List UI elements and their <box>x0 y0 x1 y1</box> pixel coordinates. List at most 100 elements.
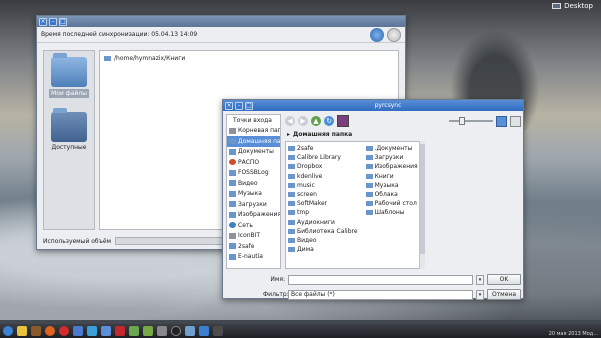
filter-dropdown-icon[interactable]: ▾ <box>476 289 484 300</box>
place-label: IconBIT <box>238 232 261 240</box>
new-folder-icon[interactable] <box>496 115 507 127</box>
firefox-icon[interactable] <box>45 326 55 336</box>
chat-icon[interactable] <box>101 326 111 336</box>
file-label: Музыка <box>374 181 399 189</box>
tray-window-icon[interactable] <box>213 326 223 336</box>
file-item[interactable]: SoftMaker <box>288 199 358 208</box>
place-item[interactable]: Видео <box>227 178 280 189</box>
close-icon[interactable]: × <box>225 101 233 110</box>
place-label: Домашняя па... <box>238 137 281 145</box>
folder-icon <box>51 53 87 87</box>
place-item[interactable]: Корневая папка <box>227 126 280 137</box>
opera-icon[interactable] <box>59 326 69 336</box>
place-item[interactable]: IconBIT <box>227 231 280 242</box>
folder-icon <box>365 182 373 188</box>
file-item[interactable]: tmp <box>288 208 358 217</box>
forward-icon[interactable]: ▶ <box>298 116 308 126</box>
stop-button[interactable] <box>387 27 401 42</box>
back-icon[interactable]: ◀ <box>285 116 295 126</box>
file-label: Рабочий стол <box>374 200 417 208</box>
close-icon[interactable]: × <box>39 17 47 26</box>
mail-icon[interactable] <box>73 326 83 336</box>
download-icon[interactable] <box>143 326 153 336</box>
video-icon[interactable] <box>129 326 139 336</box>
my-files-label: Мои файлы <box>49 89 89 98</box>
file-item[interactable]: screen <box>288 190 358 199</box>
home-folder-icon <box>229 138 236 145</box>
file-item[interactable]: Шаблоны <box>365 208 418 217</box>
file-label: Calibre Library <box>297 154 341 162</box>
place-item[interactable]: Домашняя па... <box>227 136 280 147</box>
cancel-button[interactable]: Отмена <box>487 289 521 300</box>
file-item[interactable]: Музыка <box>365 181 418 190</box>
file-item[interactable]: Книги <box>365 172 418 181</box>
desktop-button[interactable]: Desktop <box>552 2 593 10</box>
folder-icon[interactable] <box>17 326 27 336</box>
file-list-scrollbar[interactable] <box>419 141 425 269</box>
file-item[interactable]: kdenlive <box>288 172 358 181</box>
file-item[interactable]: 2safe <box>288 144 358 153</box>
file-item[interactable]: Calibre Library <box>288 153 358 162</box>
file-item[interactable]: Видео <box>288 236 358 245</box>
shared-item[interactable]: Доступные <box>49 108 89 151</box>
file-label: Аудиокниги <box>297 218 335 226</box>
maximize-icon[interactable]: □ <box>59 17 67 26</box>
file-label: Шаблоны <box>374 209 405 217</box>
sync-refresh-button[interactable] <box>370 27 384 42</box>
reload-icon[interactable]: ↻ <box>324 116 334 126</box>
place-item[interactable]: FOSSBLog <box>227 168 280 179</box>
browser-icon[interactable] <box>199 326 209 336</box>
file-item[interactable]: Dropbox <box>288 162 358 171</box>
folder-icon <box>229 190 236 197</box>
place-label: РАСПО <box>238 158 260 166</box>
sync-status-row: Время последней синхронизации: 05.04.13 … <box>37 27 405 43</box>
main-titlebar[interactable]: × – □ <box>37 16 405 27</box>
zoom-slider[interactable] <box>449 117 493 125</box>
file-item[interactable]: Облака <box>365 190 418 199</box>
terminal-icon[interactable] <box>31 326 41 336</box>
file-item[interactable]: Дима <box>288 245 358 254</box>
file-item[interactable]: Загрузки <box>365 153 418 162</box>
place-item[interactable]: Загрузки <box>227 199 280 210</box>
place-item[interactable]: РАСПО <box>227 157 280 168</box>
place-item[interactable]: Документы <box>227 147 280 158</box>
view-mode-icon[interactable] <box>337 115 349 127</box>
list-item[interactable]: /home/hymnazix/Книги <box>104 55 394 62</box>
zoom-slider-knob[interactable] <box>459 117 465 125</box>
dialog-titlebar[interactable]: × – □ pyrcsync <box>223 100 523 111</box>
scrollbar-thumb[interactable] <box>420 144 425 254</box>
file-item[interactable]: music <box>288 181 358 190</box>
file-item[interactable]: .Документы <box>365 144 418 153</box>
my-files-item[interactable]: Мои файлы <box>49 53 89 98</box>
tools-icon[interactable] <box>510 115 521 127</box>
folder-icon <box>229 243 236 250</box>
place-item[interactable]: Изображения <box>227 210 280 221</box>
minimize-icon[interactable]: – <box>235 101 243 110</box>
file-item[interactable]: Аудиокниги <box>288 218 358 227</box>
app-f-icon[interactable] <box>171 326 181 336</box>
minimize-icon[interactable]: – <box>49 17 57 26</box>
file-item[interactable]: Библиотека Calibre <box>288 227 358 236</box>
file-item[interactable]: Рабочий стол <box>365 199 418 208</box>
clock[interactable]: 20 мая 2013 Мод... <box>549 325 598 337</box>
start-menu-icon[interactable] <box>3 326 13 336</box>
file-item[interactable]: Изображения <box>365 162 418 171</box>
dialog-title: pyrcsync <box>374 102 402 109</box>
ok-button[interactable]: OK <box>487 274 521 285</box>
media-player-icon[interactable] <box>115 326 125 336</box>
up-icon[interactable]: ▲ <box>311 116 321 126</box>
breadcrumb[interactable]: ▸ Домашняя папка <box>287 131 352 138</box>
folder-icon <box>288 173 295 179</box>
name-input[interactable] <box>288 274 473 285</box>
name-dropdown-icon[interactable]: ▾ <box>476 274 484 285</box>
place-item[interactable]: Сеть <box>227 220 280 231</box>
place-item[interactable]: Музыка <box>227 189 280 200</box>
filter-select[interactable]: Все файлы (*) <box>288 289 473 300</box>
maximize-icon[interactable]: □ <box>245 101 253 110</box>
desktop-label: Desktop <box>564 2 593 10</box>
place-item[interactable]: E-nautia <box>227 252 280 263</box>
editor-icon[interactable] <box>157 326 167 336</box>
settings-icon[interactable] <box>185 326 195 336</box>
skype-icon[interactable] <box>87 326 97 336</box>
place-item[interactable]: 2safe <box>227 241 280 252</box>
